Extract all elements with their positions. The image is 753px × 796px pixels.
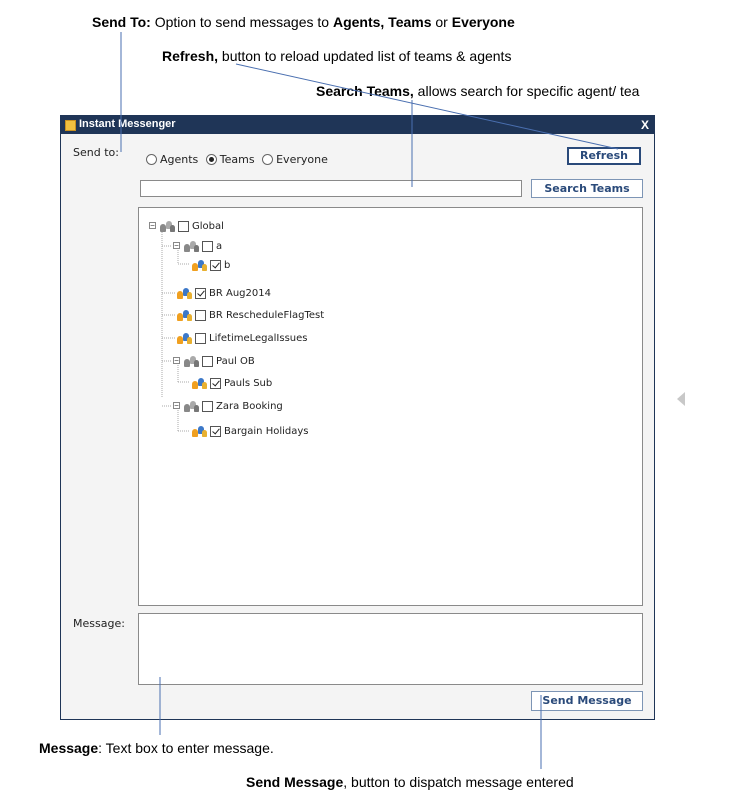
refresh-button[interactable]: Refresh [567, 147, 641, 165]
annotation-message: Message: Text box to enter message. [39, 740, 274, 756]
splitter-arrow-icon[interactable] [677, 392, 685, 406]
annotation-search-term: Search Teams, [316, 83, 414, 99]
instant-messenger-window: Instant Messenger X Send to: Agents Team… [60, 115, 655, 720]
annotation-send-message-text: , button to dispatch message entered [343, 774, 574, 790]
team-group-icon [183, 355, 200, 368]
tree-checkbox-br-rescheduleflagtest[interactable] [195, 309, 206, 321]
team-icon [191, 425, 208, 438]
annotation-send-message-term: Send Message [246, 774, 344, 790]
annotation-send-message: Send Message, button to dispatch message… [246, 774, 574, 790]
tree-node-br-rescheduleflagtest[interactable]: BR RescheduleFlagTest [176, 307, 324, 323]
annotation-search-text: allows search for specific agent/ tea [413, 83, 640, 99]
team-tree: − Global − a b BR Aug2014 BR RescheduleF… [138, 207, 643, 606]
annotation-search: Search Teams, allows search for specific… [316, 83, 753, 99]
tree-node-paul-ob[interactable]: Paul OB [183, 353, 255, 369]
message-textarea[interactable] [138, 613, 643, 685]
radio-teams-dot[interactable] [205, 154, 217, 165]
tree-node-global[interactable]: Global [159, 218, 224, 234]
window-titlebar[interactable]: Instant Messenger X [61, 116, 654, 134]
tree-checkbox-zara-booking[interactable] [202, 400, 213, 412]
tree-collapse-zara-booking-icon[interactable]: − [173, 402, 180, 410]
annotation-send-to-agents-teams: Agents, Teams [332, 14, 432, 30]
tree-collapse-paul-ob-icon[interactable]: − [173, 357, 180, 365]
team-group-icon [183, 400, 200, 413]
team-icon [176, 332, 193, 345]
radio-teams-label: Teams [219, 153, 255, 166]
team-icon [176, 309, 193, 322]
annotation-refresh-term: Refresh, [162, 48, 219, 64]
tree-checkbox-b[interactable] [210, 259, 221, 271]
annotation-send-to: Send To: Option to send messages to Agen… [92, 14, 515, 30]
radio-teams[interactable]: Teams [205, 153, 255, 166]
radio-everyone-label: Everyone [276, 153, 328, 166]
annotation-send-to-everyone: Everyone [451, 14, 515, 30]
tree-node-pauls-sub[interactable]: Pauls Sub [191, 375, 272, 391]
radio-agents-dot[interactable] [146, 154, 157, 165]
tree-node-b[interactable]: b [191, 257, 230, 273]
annotation-message-text: : Text box to enter message. [98, 740, 274, 756]
tree-checkbox-bargain-holidays[interactable] [210, 425, 221, 437]
tree-label-a: a [216, 240, 223, 252]
search-input[interactable] [140, 180, 522, 197]
annotation-send-to-text: Option to send messages to [150, 14, 333, 30]
tree-label-br-aug2014: BR Aug2014 [209, 287, 271, 299]
app-icon [65, 120, 76, 131]
annotation-message-term: Message [39, 740, 99, 756]
tree-checkbox-lifetimelegalissues[interactable] [195, 332, 206, 344]
send-message-button[interactable]: Send Message [531, 691, 643, 711]
tree-checkbox-a[interactable] [202, 240, 213, 252]
tree-checkbox-global[interactable] [178, 220, 189, 232]
radio-everyone-dot[interactable] [262, 154, 274, 165]
tree-node-zara-booking[interactable]: Zara Booking [183, 398, 283, 414]
tree-collapse-a-icon[interactable]: − [173, 242, 180, 250]
annotation-send-to-term: Send To: [92, 14, 151, 30]
tree-checkbox-pauls-sub[interactable] [210, 377, 221, 389]
annotation-send-to-or: or [431, 14, 452, 30]
tree-label-br-rescheduleflagtest: BR RescheduleFlagTest [209, 309, 325, 321]
search-teams-button[interactable]: Search Teams [531, 179, 643, 198]
tree-label-pauls-sub: Pauls Sub [224, 377, 273, 389]
tree-checkbox-br-aug2014[interactable] [195, 287, 206, 299]
send-to-radio-group: Agents Teams Everyone [146, 153, 332, 168]
tree-checkbox-paul-ob[interactable] [202, 355, 213, 367]
team-group-icon [183, 240, 200, 253]
team-icon [191, 259, 208, 272]
tree-label-zara-booking: Zara Booking [216, 400, 283, 412]
tree-node-a[interactable]: a [183, 238, 222, 254]
message-label: Message: [73, 617, 125, 630]
radio-everyone[interactable]: Everyone [262, 153, 328, 166]
annotation-refresh-text: button to reload updated list of teams &… [218, 48, 512, 64]
tree-label-global: Global [192, 220, 224, 232]
annotation-refresh: Refresh, button to reload updated list o… [162, 48, 511, 64]
close-icon[interactable]: X [641, 118, 649, 132]
window-title: Instant Messenger [79, 118, 176, 130]
send-to-label: Send to: [73, 146, 119, 159]
radio-agents[interactable]: Agents [146, 153, 198, 166]
tree-collapse-global-icon[interactable]: − [149, 222, 156, 230]
team-icon [176, 287, 193, 300]
tree-label-paul-ob: Paul OB [216, 355, 255, 367]
tree-node-br-aug2014[interactable]: BR Aug2014 [176, 285, 271, 301]
radio-agents-label: Agents [160, 153, 199, 166]
tree-node-bargain-holidays[interactable]: Bargain Holidays [191, 423, 309, 439]
tree-node-lifetimelegalissues[interactable]: LifetimeLegalIssues [176, 330, 308, 346]
team-icon [191, 377, 208, 390]
team-group-icon [159, 220, 176, 233]
tree-label-bargain-holidays: Bargain Holidays [224, 425, 309, 437]
tree-label-b: b [224, 259, 231, 271]
tree-label-lifetimelegalissues: LifetimeLegalIssues [209, 332, 308, 344]
